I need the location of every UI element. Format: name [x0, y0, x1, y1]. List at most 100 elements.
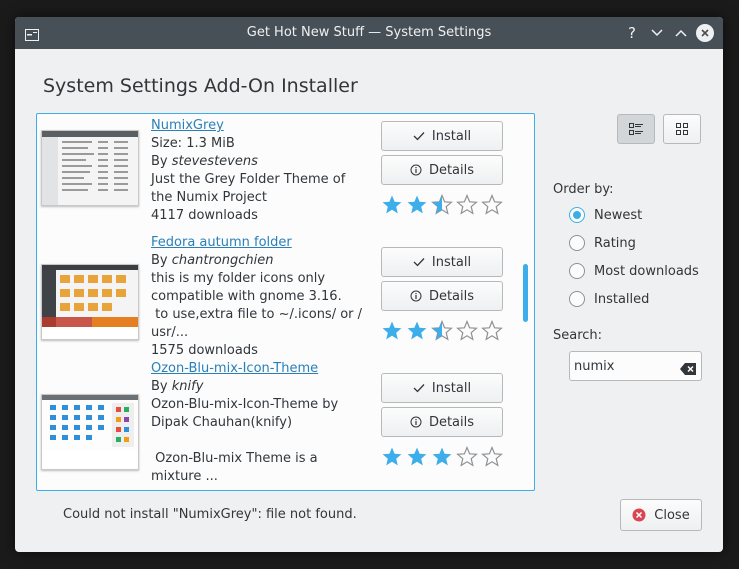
star-icon [456, 446, 478, 467]
star-icon [481, 446, 503, 467]
star-icon [481, 320, 503, 341]
addon-description-line: usr/... [151, 325, 189, 340]
order-rating-radio[interactable]: Rating [569, 233, 636, 253]
install-label: Install [431, 128, 472, 144]
page-title: System Settings Add-On Installer [43, 75, 358, 97]
list-scrollbar[interactable] [523, 264, 528, 322]
author-prefix: By [151, 379, 172, 394]
author-prefix: By [151, 154, 172, 169]
author-name: chantrongchien [171, 253, 274, 268]
order-most-downloads-radio[interactable]: Most downloads [569, 261, 699, 281]
radio-indicator[interactable] [569, 235, 585, 251]
star-icon [407, 447, 427, 466]
search-input[interactable] [574, 356, 674, 376]
star-icon [431, 194, 453, 215]
addon-description-line: Just the Grey Folder Theme of [151, 172, 346, 187]
rating-stars [381, 446, 506, 468]
addon-author: By knify [151, 378, 361, 396]
details-label: Details [428, 288, 475, 304]
star-icon [456, 194, 478, 215]
addon-info: Ozon-Blu-mix-Icon-Theme By knify Ozon-Bl… [151, 360, 361, 486]
addon-list[interactable]: NumixGrey Size: 1.3 MiB By stevestevens … [36, 113, 535, 491]
search-label: Search: [553, 328, 603, 343]
addon-thumbnail[interactable] [41, 264, 139, 340]
order-installed-radio[interactable]: Installed [569, 289, 649, 309]
addon-author: By stevestevens [151, 153, 361, 171]
rating-stars [381, 320, 506, 342]
install-button[interactable]: Install [381, 121, 503, 151]
info-icon [410, 164, 422, 176]
star-icon [382, 321, 402, 340]
order-newest-radio[interactable]: Newest [569, 205, 642, 225]
clear-text-icon[interactable] [680, 360, 696, 379]
star-icon [481, 194, 503, 215]
rating-stars [381, 194, 506, 216]
checkmark-icon [413, 257, 425, 267]
addon-name-link[interactable]: NumixGrey [151, 117, 361, 135]
addon-author: By chantrongchien [151, 252, 361, 270]
maximize-icon[interactable] [672, 24, 690, 42]
order-by-label: Order by: [553, 182, 614, 197]
radio-label: Installed [594, 291, 650, 307]
grid-view-button[interactable] [663, 114, 701, 144]
checkmark-icon [413, 383, 425, 393]
details-button[interactable]: Details [381, 407, 503, 437]
star-icon [431, 320, 453, 341]
star-icon [432, 447, 452, 466]
author-name: stevestevens [171, 154, 258, 169]
addon-size: Size: 1.3 MiB [151, 136, 235, 151]
title-bar: Get Hot New Stuff — System Settings ? [15, 17, 723, 49]
radio-label: Rating [594, 235, 636, 251]
addon-description-line: to use,extra file to ~/.icons/ or / [151, 307, 363, 322]
window-title: Get Hot New Stuff — System Settings [246, 25, 492, 40]
radio-indicator[interactable] [569, 291, 585, 307]
list-view-button[interactable] [617, 114, 655, 144]
addon-thumbnail[interactable] [41, 130, 139, 206]
status-message: Could not install "NumixGrey": file not … [63, 507, 357, 522]
radio-indicator[interactable] [569, 263, 585, 279]
addon-thumbnail[interactable] [41, 394, 139, 470]
checkmark-icon [413, 131, 425, 141]
close-icon[interactable] [696, 24, 714, 42]
addon-description-line: the Numix Project [151, 190, 268, 205]
addon-info: NumixGrey Size: 1.3 MiB By stevestevens … [151, 117, 361, 225]
help-icon[interactable]: ? [623, 24, 641, 42]
details-button[interactable]: Details [381, 281, 503, 311]
radio-label: Newest [594, 207, 643, 223]
author-prefix: By [151, 253, 172, 268]
author-name: knify [171, 379, 204, 394]
addon-name-link[interactable]: Ozon-Blu-mix-Icon-Theme [151, 360, 361, 378]
close-label: Close [654, 507, 690, 523]
grid-view-icon [676, 120, 688, 139]
star-icon [382, 447, 402, 466]
addon-downloads: 1575 downloads [151, 343, 258, 358]
search-field[interactable] [569, 351, 702, 381]
list-item: Fedora autumn folder By chantrongchien t… [37, 235, 517, 366]
dialog-close-icon [632, 508, 646, 522]
addon-description-line: this is my folder icons only [151, 271, 326, 286]
details-label: Details [428, 162, 475, 178]
addon-name-link[interactable]: Fedora autumn folder [151, 234, 361, 252]
close-button[interactable]: Close [620, 499, 702, 531]
list-view-icon [629, 120, 643, 139]
addon-description-line: mixture ... [151, 469, 218, 484]
info-icon [410, 290, 422, 302]
list-item: Ozon-Blu-mix-Icon-Theme By knify Ozon-Bl… [37, 361, 517, 490]
addon-downloads: 4117 downloads [151, 208, 258, 223]
details-button[interactable]: Details [381, 155, 503, 185]
install-button[interactable]: Install [381, 373, 503, 403]
details-label: Details [428, 414, 475, 430]
minimize-icon[interactable] [648, 24, 666, 42]
list-item: NumixGrey Size: 1.3 MiB By stevestevens … [37, 114, 517, 240]
addon-description-line: Ozon-Blu-mix Theme is a [151, 451, 318, 466]
addon-description-line [151, 432, 361, 450]
addon-info: Fedora autumn folder By chantrongchien t… [151, 234, 363, 360]
addon-description-line: Dipak Chauhan(knify) [151, 415, 293, 430]
star-icon [382, 195, 402, 214]
install-label: Install [431, 254, 472, 270]
addon-description-line: Ozon-Blu-mix-Icon-Theme by [151, 397, 339, 412]
info-icon [410, 416, 422, 428]
radio-indicator[interactable] [569, 207, 585, 223]
install-button[interactable]: Install [381, 247, 503, 277]
addon-description-line: compatible with gnome 3.16. [151, 289, 342, 304]
